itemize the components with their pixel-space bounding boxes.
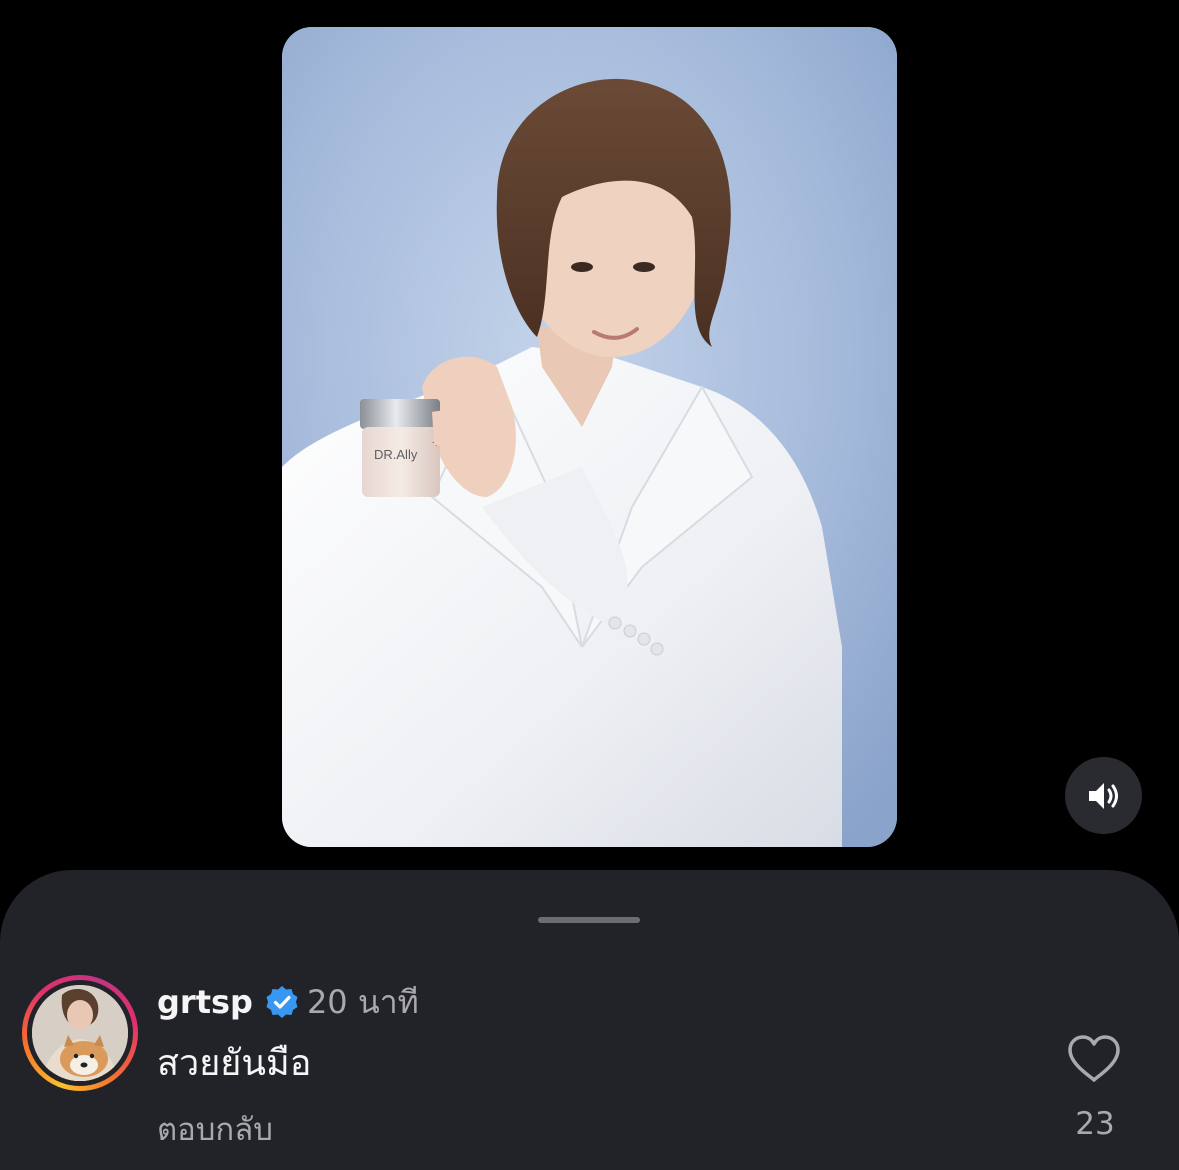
avatar-image	[32, 985, 128, 1081]
avatar-story-ring[interactable]	[22, 975, 138, 1091]
comment-header: grtsp 20 นาที	[157, 980, 419, 1024]
verified-badge-icon	[266, 986, 298, 1018]
heart-outline-icon[interactable]	[1066, 1034, 1122, 1084]
reel-video[interactable]: DR.Ally +	[282, 27, 897, 847]
speaker-volume-icon	[1088, 782, 1118, 809]
comment-username[interactable]: grtsp	[157, 983, 253, 1021]
reply-button[interactable]: ตอบกลับ	[157, 1108, 273, 1152]
comment-text: สวยยันมือ	[157, 1043, 312, 1084]
sheet-drag-handle[interactable]	[538, 917, 640, 923]
product-jar: DR.Ally +	[360, 399, 440, 497]
like-count: 23	[1075, 1106, 1115, 1142]
video-frame-illustration: DR.Ally +	[282, 27, 897, 847]
avatar	[32, 985, 128, 1081]
sound-toggle-button[interactable]	[1065, 757, 1142, 834]
reel-viewer: DR.Ally +	[0, 0, 1179, 1170]
comments-sheet: grtsp 20 นาที สวยยันมือ ตอบกลับ 23	[0, 870, 1179, 1170]
product-label: DR.Ally	[374, 447, 418, 462]
comment-timestamp: 20 นาที	[306, 982, 419, 1021]
